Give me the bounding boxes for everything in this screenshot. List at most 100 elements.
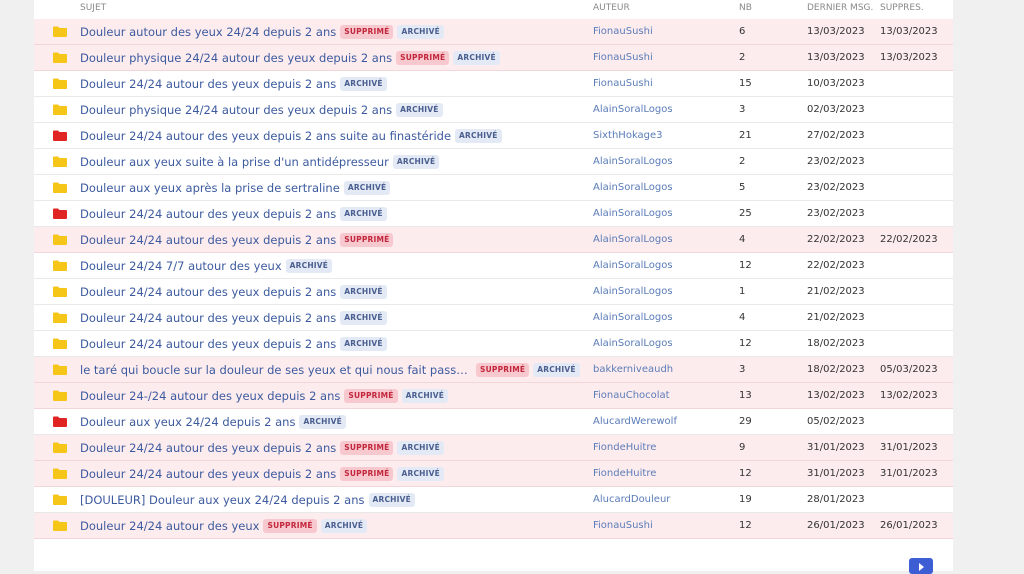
topic-list-panel: SUJET AUTEUR NB DERNIER MSG. SUPPRES. Do…	[34, 0, 953, 571]
folder-icon	[53, 130, 67, 141]
author-link[interactable]: FiondeHuitre	[593, 468, 656, 479]
topic-title-link[interactable]: Douleur 24/24 autour des yeux depuis 2 a…	[80, 337, 336, 351]
header-sujet[interactable]: SUJET	[80, 3, 106, 13]
topic-title-link[interactable]: Douleur 24/24 autour des yeux depuis 2 a…	[80, 77, 336, 91]
author-link[interactable]: AlucardWerewolf	[593, 416, 677, 427]
topic-subject-cell: Douleur 24/24 autour des yeux depuis 2 a…	[80, 461, 444, 486]
author-link[interactable]: AlainSoralLogos	[593, 286, 673, 297]
folder-icon	[53, 156, 67, 167]
topic-title-link[interactable]: le taré qui boucle sur la douleur de ses…	[80, 363, 472, 377]
topic-title-link[interactable]: Douleur aux yeux 24/24 depuis 2 ans	[80, 415, 295, 429]
author-link[interactable]: AlainSoralLogos	[593, 208, 673, 219]
author-link[interactable]: AlainSoralLogos	[593, 234, 673, 245]
table-row: Douleur 24/24 autour des yeux depuis 2 a…	[34, 305, 953, 331]
folder-icon	[53, 260, 67, 271]
archive-badge: ARCHIVÉ	[340, 284, 387, 299]
table-row: Douleur 24/24 autour des yeux depuis 2 a…	[34, 123, 953, 149]
topic-title-link[interactable]: Douleur physique 24/24 autour des yeux d…	[80, 103, 392, 117]
topic-subject-cell: Douleur 24/24 autour des yeux depuis 2 a…	[80, 331, 387, 356]
topic-title-link[interactable]: Douleur 24/24 7/7 autour des yeux	[80, 259, 282, 273]
topic-title-link[interactable]: Douleur 24/24 autour des yeux depuis 2 a…	[80, 467, 336, 481]
last-message-date: 02/03/2023	[807, 104, 865, 115]
topic-title-link[interactable]: Douleur 24-/24 autour des yeux depuis 2 …	[80, 389, 340, 403]
last-message-date: 23/02/2023	[807, 182, 865, 193]
supprime-badge: SUPPRIMÉ	[340, 232, 394, 247]
table-row: Douleur physique 24/24 autour des yeux d…	[34, 45, 953, 71]
topic-title-link[interactable]: Douleur 24/24 autour des yeux depuis 2 a…	[80, 129, 451, 143]
archive-badge: ARCHIVÉ	[320, 518, 368, 533]
last-message-date: 23/02/2023	[807, 208, 865, 219]
last-message-date: 13/03/2023	[807, 52, 865, 63]
author-link[interactable]: FionauSushi	[593, 52, 653, 63]
archive-badge: ARCHIVÉ	[392, 154, 440, 169]
header-dernier-msg[interactable]: DERNIER MSG.	[807, 3, 873, 13]
author-link[interactable]: AlainSoralLogos	[593, 338, 673, 349]
archive-badge: ARCHIVÉ	[285, 258, 333, 273]
author-link[interactable]: FionauChocolat	[593, 390, 670, 401]
author-link[interactable]: AlucardDouleur	[593, 494, 670, 505]
folder-icon	[53, 234, 67, 245]
last-message-date: 23/02/2023	[807, 156, 865, 167]
header-suppres[interactable]: SUPPRES.	[880, 3, 924, 13]
topic-title-link[interactable]: Douleur aux yeux suite à la prise d'un a…	[80, 155, 389, 169]
last-message-date: 31/01/2023	[807, 442, 865, 453]
author-link[interactable]: FiondeHuitre	[593, 442, 656, 453]
last-message-date: 18/02/2023	[807, 364, 865, 375]
topic-title-link[interactable]: Douleur 24/24 autour des yeux depuis 2 a…	[80, 233, 336, 247]
message-count: 2	[739, 52, 746, 63]
topic-title-link[interactable]: Douleur 24/24 autour des yeux depuis 2 a…	[80, 285, 336, 299]
deletion-date: 31/01/2023	[880, 468, 938, 479]
table-row: [DOULEUR] Douleur aux yeux 24/24 depuis …	[34, 487, 953, 513]
archive-badge: ARCHIVÉ	[340, 336, 387, 351]
last-message-date: 22/02/2023	[807, 234, 865, 245]
table-row: Douleur 24-/24 autour des yeux depuis 2 …	[34, 383, 953, 409]
folder-icon	[53, 338, 67, 349]
message-count: 4	[739, 234, 746, 245]
topic-subject-cell: Douleur autour des yeux 24/24 depuis 2 a…	[80, 19, 444, 44]
topic-title-link[interactable]: Douleur 24/24 autour des yeux depuis 2 a…	[80, 311, 336, 325]
topic-title-link[interactable]: Douleur 24/24 autour des yeux depuis 2 a…	[80, 441, 336, 455]
folder-icon	[53, 442, 67, 453]
message-count: 5	[739, 182, 746, 193]
author-link[interactable]: bakkerniveaudh	[593, 364, 673, 375]
next-page-button[interactable]	[909, 558, 933, 574]
author-link[interactable]: SixthHokage3	[593, 130, 663, 141]
topic-title-link[interactable]: Douleur aux yeux après la prise de sertr…	[80, 181, 340, 195]
header-nb[interactable]: NB	[739, 3, 752, 13]
message-count: 25	[739, 208, 752, 219]
topic-title-link[interactable]: Douleur 24/24 autour des yeux depuis 2 a…	[80, 207, 336, 221]
message-count: 4	[739, 312, 746, 323]
author-link[interactable]: FionauSushi	[593, 520, 653, 531]
last-message-date: 21/02/2023	[807, 312, 865, 323]
message-count: 1	[739, 286, 746, 297]
supprime-badge: SUPPRIMÉ	[263, 518, 317, 533]
folder-icon	[53, 494, 67, 505]
author-link[interactable]: AlainSoralLogos	[593, 312, 673, 323]
topic-subject-cell: Douleur 24/24 autour des yeux depuis 2 a…	[80, 279, 387, 304]
topic-title-link[interactable]: Douleur physique 24/24 autour des yeux d…	[80, 51, 392, 65]
folder-icon	[53, 468, 67, 479]
author-link[interactable]: AlainSoralLogos	[593, 260, 673, 271]
author-link[interactable]: AlainSoralLogos	[593, 104, 673, 115]
author-link[interactable]: FionauSushi	[593, 26, 653, 37]
supprime-badge: SUPPRIMÉ	[344, 388, 398, 403]
table-row: le taré qui boucle sur la douleur de ses…	[34, 357, 953, 383]
supprime-badge: SUPPRIMÉ	[340, 24, 394, 39]
topic-title-link[interactable]: Douleur autour des yeux 24/24 depuis 2 a…	[80, 25, 336, 39]
deletion-date: 31/01/2023	[880, 442, 938, 453]
last-message-date: 27/02/2023	[807, 130, 865, 141]
supprime-badge: SUPPRIMÉ	[476, 362, 530, 377]
header-auteur[interactable]: AUTEUR	[593, 3, 630, 13]
message-count: 2	[739, 156, 746, 167]
author-link[interactable]: AlainSoralLogos	[593, 182, 673, 193]
folder-icon	[53, 416, 67, 427]
table-row: Douleur 24/24 autour des yeux SUPPRIMÉ ARC…	[34, 513, 953, 539]
archive-badge: ARCHIVÉ	[340, 76, 387, 91]
author-link[interactable]: AlainSoralLogos	[593, 156, 673, 167]
topic-title-link[interactable]: [DOULEUR] Douleur aux yeux 24/24 depuis …	[80, 493, 365, 507]
topic-title-link[interactable]: Douleur 24/24 autour des yeux	[80, 519, 259, 533]
topic-subject-cell: Douleur physique 24/24 autour des yeux d…	[80, 97, 443, 122]
folder-icon	[53, 208, 67, 219]
message-count: 19	[739, 494, 752, 505]
author-link[interactable]: FionauSushi	[593, 78, 653, 89]
